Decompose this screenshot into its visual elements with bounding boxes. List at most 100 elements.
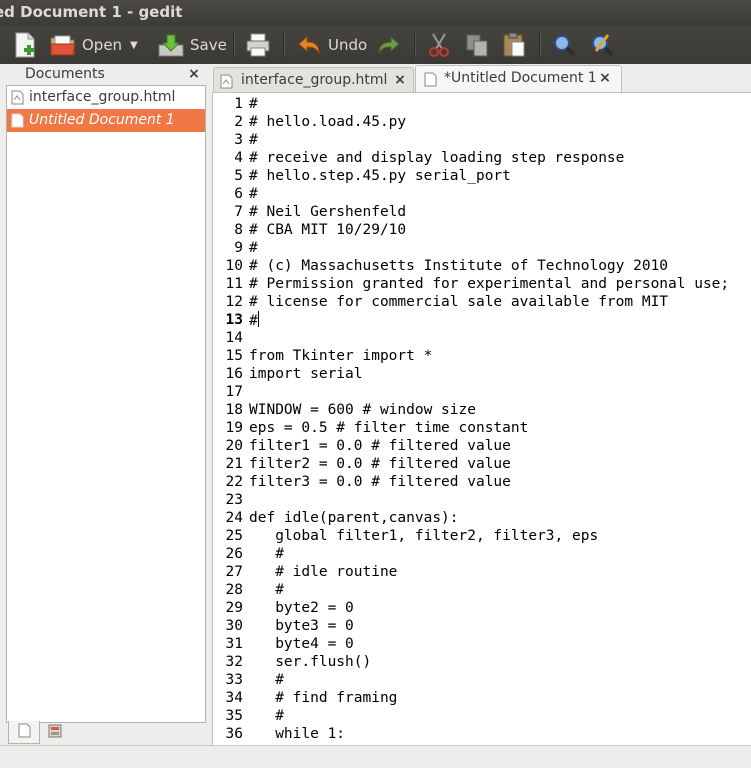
side-panel-close-icon[interactable]: ×	[186, 64, 202, 84]
tab-label: *Untitled Document 1	[444, 70, 597, 86]
line-number: 36	[225, 726, 243, 742]
code-line: 17	[213, 383, 751, 401]
line-number: 4	[234, 150, 243, 166]
redo-icon	[376, 32, 402, 58]
code-line: 19 eps = 0.5 # filter time constant	[213, 419, 751, 437]
code-line: 13 #	[213, 311, 751, 329]
save-label: Save	[190, 36, 227, 54]
tab-untitled-document[interactable]: *Untitled Document 1 ×	[415, 65, 622, 94]
tab-close-icon[interactable]: ×	[392, 68, 408, 92]
new-document-button[interactable]	[12, 26, 38, 64]
magnifier-icon	[551, 32, 577, 58]
code-line: 22 filter3 = 0.0 # filtered value	[213, 473, 751, 491]
line-number: 16	[225, 366, 243, 382]
tab-interface-group[interactable]: interface_group.html ×	[213, 67, 414, 93]
tab-close-icon[interactable]: ×	[597, 66, 613, 90]
code-text: # Neil Gershenfeld	[249, 204, 407, 220]
code-line: 11 # Permission granted for experimental …	[213, 275, 751, 293]
code-text: # hello.load.45.py	[249, 114, 407, 130]
chevron-down-icon: ▼	[130, 39, 138, 51]
document-tabs: interface_group.html × *Untitled Documen…	[212, 64, 751, 94]
copy-button[interactable]	[464, 26, 490, 64]
document-list-item-selected[interactable]: Untitled Document 1	[7, 109, 205, 132]
document-list-item[interactable]: interface_group.html	[7, 86, 205, 109]
code-text: filter2 = 0.0 # filtered value	[249, 456, 511, 472]
code-text: #	[249, 311, 259, 329]
code-line: 18 WINDOW = 600 # window size	[213, 401, 751, 419]
line-number: 3	[234, 132, 243, 148]
search-replace-icon	[589, 32, 615, 58]
line-number: 35	[225, 708, 243, 724]
open-folder-icon	[50, 32, 76, 58]
toolbar: Open ▼ Save Undo	[0, 26, 751, 64]
code-text: # receive and display loading step respo…	[249, 150, 625, 166]
paste-button[interactable]	[501, 26, 527, 64]
code-text: # license for commercial sale available …	[249, 294, 669, 310]
document-list-item-label: Untitled Document 1	[29, 112, 175, 128]
line-number: 7	[234, 204, 243, 220]
code-text: #	[249, 672, 284, 688]
line-number: 19	[225, 420, 243, 436]
line-number: 14	[225, 330, 243, 346]
line-number: 13	[225, 312, 243, 328]
line-number: 9	[234, 240, 243, 256]
code-line: 33 #	[213, 671, 751, 689]
toolbar-separator	[233, 32, 235, 58]
search-button[interactable]	[551, 26, 577, 64]
toolbar-separator	[539, 32, 541, 58]
code-text: byte4 = 0	[249, 636, 354, 652]
side-panel-tabs	[6, 721, 204, 745]
code-line: 4 # receive and display loading step resp…	[213, 149, 751, 167]
open-button[interactable]: Open	[50, 26, 122, 64]
code-text: while 1:	[249, 726, 346, 742]
code-line: 8 # CBA MIT 10/29/10	[213, 221, 751, 239]
code-text: # CBA MIT 10/29/10	[249, 222, 407, 238]
code-line: 5 # hello.step.45.py serial_port	[213, 167, 751, 185]
search-replace-button[interactable]	[589, 26, 615, 64]
text-editor[interactable]: 1 #2 # hello.load.45.py 3 #4 # receive and di…	[212, 92, 751, 745]
code-text: # (c) Massachusetts Institute of Technol…	[249, 258, 669, 274]
code-text: #	[249, 96, 258, 112]
line-number: 2	[234, 114, 243, 130]
code-line: 3 #	[213, 131, 751, 149]
file-browser-tab[interactable]	[40, 721, 70, 743]
line-number: 33	[225, 672, 243, 688]
cut-button[interactable]	[426, 26, 452, 64]
document-list: interface_group.html Untitled Document 1	[6, 85, 206, 723]
line-number: 12	[225, 294, 243, 310]
open-dropdown-button[interactable]: ▼	[130, 26, 138, 64]
line-number: 6	[234, 186, 243, 202]
undo-icon	[296, 32, 322, 58]
code-line: 34 # find framing	[213, 689, 751, 707]
line-number: 17	[225, 384, 243, 400]
documents-tab[interactable]	[8, 721, 40, 744]
line-number: 26	[225, 546, 243, 562]
code-line: 1 #	[213, 95, 751, 113]
print-button[interactable]	[245, 26, 271, 64]
code-line: 21 filter2 = 0.0 # filtered value	[213, 455, 751, 473]
file-browser-tab-icon	[48, 723, 62, 742]
code-line: 36 while 1:	[213, 725, 751, 743]
redo-button[interactable]	[376, 26, 402, 64]
save-icon	[158, 32, 184, 58]
code-line: 20 filter1 = 0.0 # filtered value	[213, 437, 751, 455]
code-text: from Tkinter import *	[249, 348, 433, 364]
code-text: #	[249, 240, 258, 256]
code-text: # hello.step.45.py serial_port	[249, 168, 511, 184]
copy-icon	[464, 32, 490, 58]
printer-icon	[245, 32, 271, 58]
title-bar: ed Document 1 - gedit	[0, 0, 751, 26]
code-text: #	[249, 186, 258, 202]
undo-button[interactable]: Undo	[296, 26, 367, 64]
line-number: 8	[234, 222, 243, 238]
scissors-icon	[426, 32, 452, 58]
window-title: ed Document 1 - gedit	[0, 3, 183, 21]
line-number: 29	[225, 600, 243, 616]
toolbar-separator	[414, 32, 416, 58]
save-button[interactable]: Save	[158, 26, 227, 64]
code-text: # find framing	[249, 690, 398, 706]
code-text: #	[249, 132, 258, 148]
code-line: 12 # license for commercial sale availabl…	[213, 293, 751, 311]
code-line: 27 # idle routine	[213, 563, 751, 581]
clipboard-icon	[501, 32, 527, 58]
